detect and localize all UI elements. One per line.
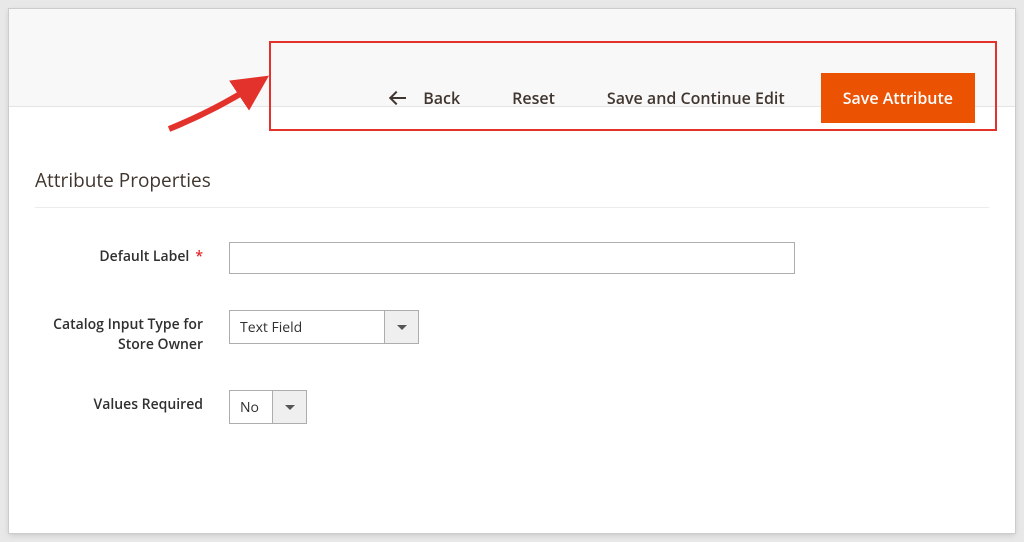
field-catalog-input-type: Catalog Input Type for Store Owner Text … bbox=[35, 310, 989, 354]
toolbar-actions: Back Reset Save and Continue Edit Save A… bbox=[365, 73, 975, 123]
save-continue-label: Save and Continue Edit bbox=[607, 87, 785, 109]
back-button[interactable]: Back bbox=[365, 77, 486, 119]
arrow-left-icon bbox=[391, 91, 409, 105]
save-attribute-label: Save Attribute bbox=[843, 87, 953, 109]
default-label-control bbox=[229, 242, 795, 274]
reset-label: Reset bbox=[512, 87, 555, 109]
field-values-required: Values Required No bbox=[35, 390, 989, 424]
values-required-control: No bbox=[229, 390, 307, 424]
field-default-label: Default Label* bbox=[35, 242, 989, 274]
values-required-chevron-down-icon bbox=[272, 391, 306, 423]
content-area: Attribute Properties Default Label* Cata… bbox=[9, 107, 1015, 533]
values-required-value: No bbox=[230, 391, 272, 423]
catalog-input-control: Text Field bbox=[229, 310, 419, 344]
values-required-label: Values Required bbox=[35, 390, 229, 415]
section-title: Attribute Properties bbox=[35, 167, 989, 208]
default-label-label: Default Label* bbox=[35, 242, 229, 267]
values-required-select[interactable]: No bbox=[229, 390, 307, 424]
catalog-input-chevron-down-icon bbox=[384, 311, 418, 343]
default-label-input[interactable] bbox=[229, 242, 795, 274]
catalog-input-label: Catalog Input Type for Store Owner bbox=[35, 310, 229, 354]
toolbar: Back Reset Save and Continue Edit Save A… bbox=[9, 9, 1015, 107]
required-asterisk: * bbox=[195, 247, 203, 266]
back-label: Back bbox=[423, 87, 460, 109]
reset-button[interactable]: Reset bbox=[486, 77, 581, 119]
save-continue-button[interactable]: Save and Continue Edit bbox=[581, 77, 811, 119]
save-attribute-button[interactable]: Save Attribute bbox=[821, 73, 975, 123]
window: Back Reset Save and Continue Edit Save A… bbox=[9, 9, 1015, 533]
catalog-input-value: Text Field bbox=[230, 311, 384, 343]
catalog-input-select[interactable]: Text Field bbox=[229, 310, 419, 344]
